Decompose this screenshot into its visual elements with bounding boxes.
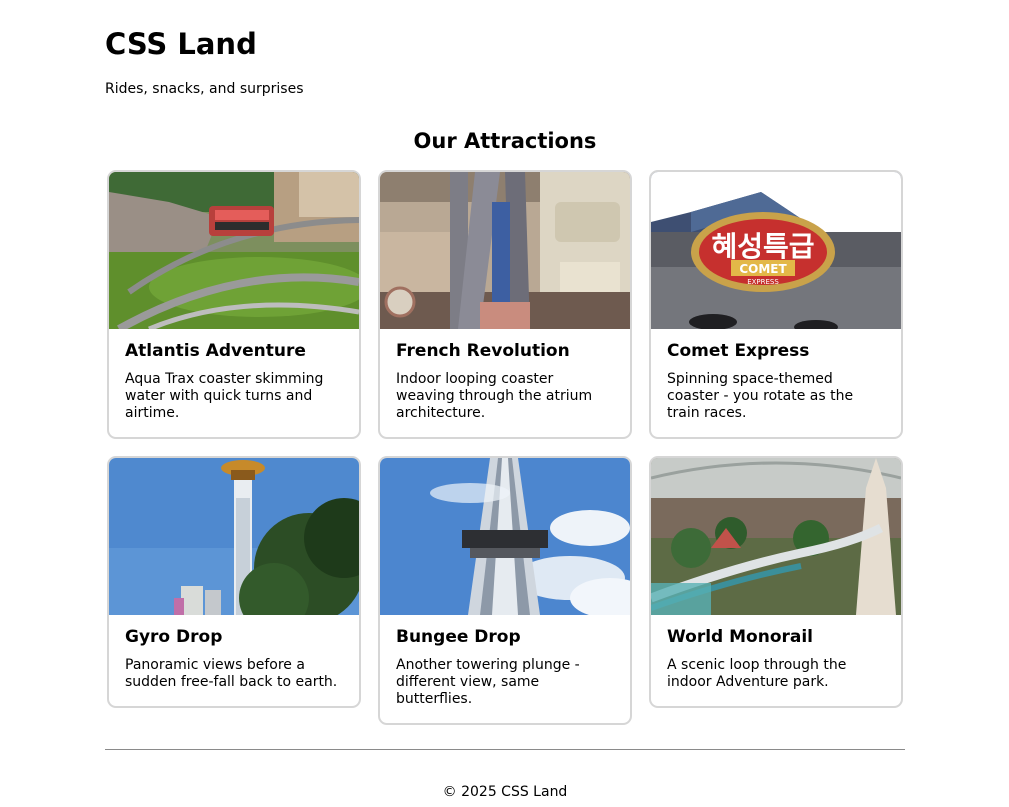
- attraction-card: Atlantis Adventure Aqua Trax coaster ski…: [107, 170, 361, 439]
- footer-divider: [105, 749, 905, 750]
- card-title: French Revolution: [396, 341, 570, 361]
- comet-sign-text: 혜성특급: [711, 230, 814, 263]
- card-body: World Monorail A scenic loop through the…: [651, 615, 901, 706]
- comet-sign-sub2: EXPRESS: [747, 278, 779, 286]
- attractions-grid: Atlantis Adventure Aqua Trax coaster ski…: [107, 170, 903, 725]
- site-tagline: Rides, snacks, and surprises: [105, 81, 304, 97]
- card-title: World Monorail: [667, 627, 814, 647]
- card-title: Atlantis Adventure: [125, 341, 306, 361]
- comet-sign-sub: COMET: [739, 262, 787, 276]
- card-description: Indoor looping coaster weaving through t…: [396, 371, 593, 421]
- card-description: Panoramic views before a sudden free-fal…: [125, 657, 338, 690]
- site-title: CSS Land: [105, 27, 257, 61]
- card-description: Spinning space-themed coaster - you rota…: [667, 371, 854, 421]
- card-description: A scenic loop through the indoor Adventu…: [667, 657, 847, 690]
- attraction-photo-french-revolution: [380, 172, 630, 329]
- attractions-heading: Our Attractions: [413, 129, 597, 153]
- attraction-card: 혜성특급 COMET EXPRESS Comet Express Spinnin…: [649, 170, 903, 439]
- card-title: Bungee Drop: [396, 627, 521, 647]
- card-description: Aqua Trax coaster skimming water with qu…: [125, 371, 324, 421]
- attraction-photo-gyro-drop: [109, 458, 359, 615]
- attraction-card: Bungee Drop Another towering plunge - di…: [378, 456, 632, 725]
- card-body: Bungee Drop Another towering plunge - di…: [380, 615, 630, 723]
- card-title: Gyro Drop: [125, 627, 223, 647]
- card-title: Comet Express: [667, 341, 810, 361]
- attraction-photo-bungee-drop: [380, 458, 630, 615]
- attraction-card: French Revolution Indoor looping coaster…: [378, 170, 632, 439]
- footer-copyright: © 2025 CSS Land: [442, 784, 568, 800]
- attraction-card: World Monorail A scenic loop through the…: [649, 456, 903, 708]
- card-body: French Revolution Indoor looping coaster…: [380, 329, 630, 437]
- card-body: Atlantis Adventure Aqua Trax coaster ski…: [109, 329, 359, 437]
- attraction-card: Gyro Drop Panoramic views before a sudde…: [107, 456, 361, 708]
- card-description: Another towering plunge - different view…: [396, 657, 580, 707]
- attraction-photo-world-monorail: [651, 458, 901, 615]
- attraction-photo-comet-express: 혜성특급 COMET EXPRESS: [651, 172, 901, 329]
- card-body: Comet Express Spinning space-themed coas…: [651, 329, 901, 437]
- card-body: Gyro Drop Panoramic views before a sudde…: [109, 615, 359, 706]
- attraction-photo-atlantis: [109, 172, 359, 329]
